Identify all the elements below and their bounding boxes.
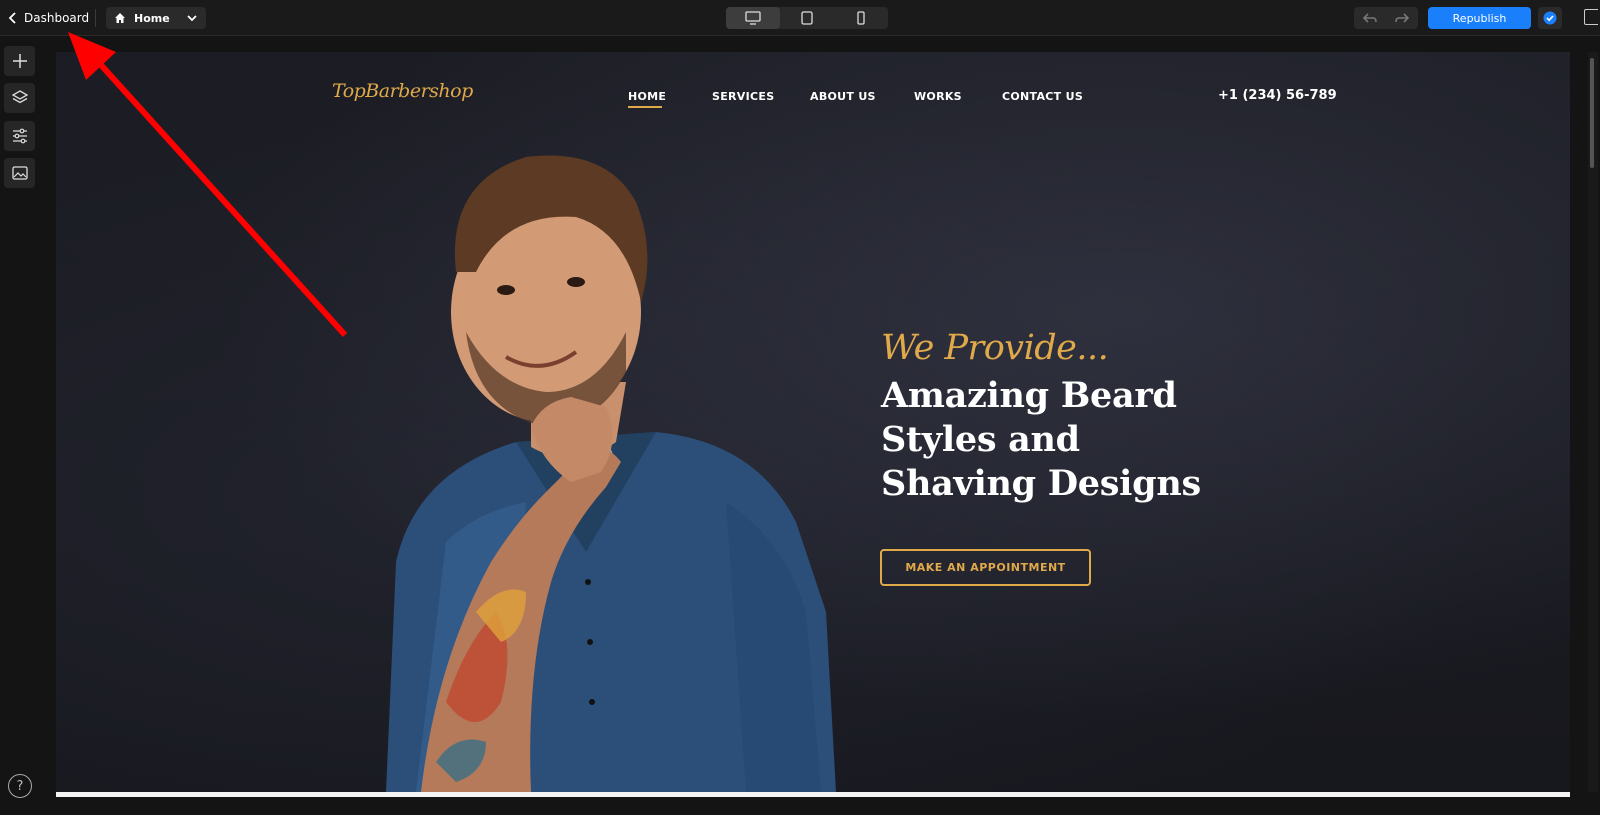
nav-contact-us[interactable]: CONTACT US <box>1002 90 1083 103</box>
plus-icon <box>12 54 27 68</box>
home-icon <box>115 13 125 23</box>
nav-services[interactable]: SERVICES <box>712 90 774 103</box>
page-select-value: Home <box>134 11 170 25</box>
nav-works[interactable]: WORKS <box>914 90 962 103</box>
chevron-down-icon <box>187 15 197 22</box>
help-button[interactable]: ? <box>8 774 32 798</box>
layers-icon <box>11 90 28 104</box>
make-appointment-button[interactable]: MAKE AN APPOINTMENT <box>880 549 1091 586</box>
undo-button[interactable] <box>1354 7 1386 29</box>
editor-topbar: Dashboard Home Republish <box>0 0 1600 36</box>
mobile-icon <box>857 11 865 25</box>
nav-about-us[interactable]: ABOUT US <box>810 90 876 103</box>
mobile-view-button[interactable] <box>834 7 888 29</box>
dashboard-label: Dashboard <box>24 11 90 25</box>
device-switcher <box>726 7 888 29</box>
redo-button[interactable] <box>1386 7 1418 29</box>
tablet-icon <box>801 11 813 25</box>
dashboard-back-link[interactable]: Dashboard <box>8 8 89 28</box>
layers-button[interactable] <box>4 83 35 113</box>
hero-tagline: We Provide... <box>881 328 1109 368</box>
sliders-icon <box>12 128 27 144</box>
settings-button[interactable] <box>4 121 35 151</box>
phone-number[interactable]: +1 (234) 56-789 <box>1218 88 1337 103</box>
nav-home[interactable]: HOME <box>628 90 666 103</box>
add-element-button[interactable] <box>4 46 35 76</box>
page-select[interactable]: Home <box>106 7 206 29</box>
panel-toggle-icon[interactable] <box>1584 9 1598 25</box>
tablet-view-button[interactable] <box>780 7 834 29</box>
undo-icon <box>1363 13 1377 23</box>
hero-headline-line: Amazing Beard <box>881 375 1177 416</box>
left-toolbar <box>0 37 56 815</box>
republish-button[interactable]: Republish <box>1428 7 1531 29</box>
canvas-bottom-edge <box>56 792 1570 797</box>
site-logo[interactable]: TopBarbershop <box>332 80 473 102</box>
desktop-icon <box>745 11 761 25</box>
toolbar-divider <box>95 9 96 27</box>
publish-status-button[interactable] <box>1538 7 1562 29</box>
hero-headline-line: Shaving Designs <box>881 463 1201 504</box>
history-controls <box>1354 7 1418 29</box>
hero-headline: Amazing Beard Styles and Shaving Designs <box>881 374 1201 506</box>
website-canvas: TopBarbershop HOME SERVICES ABOUT US WOR… <box>56 52 1570 792</box>
desktop-view-button[interactable] <box>726 7 780 29</box>
image-icon <box>11 166 28 180</box>
hero-headline-line: Styles and <box>881 419 1080 460</box>
chevron-left-icon <box>8 12 16 24</box>
media-button[interactable] <box>4 158 35 188</box>
redo-icon <box>1395 13 1409 23</box>
canvas-scrollbar-thumb[interactable] <box>1590 58 1594 168</box>
hero-portrait-image <box>386 155 836 792</box>
nav-active-indicator <box>628 106 662 108</box>
check-circle-icon <box>1543 11 1557 25</box>
